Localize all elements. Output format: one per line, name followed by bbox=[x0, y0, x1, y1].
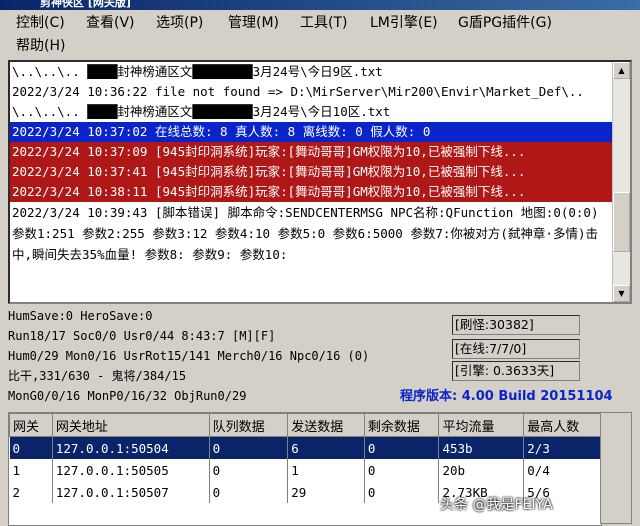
cell-queue: 0 bbox=[209, 459, 289, 481]
log-lines: \..\..\.. ████封神榜通区文████████3月24号\今日9区.t… bbox=[10, 62, 614, 265]
log-line-alert: 2022/3/24 10:37:41 [945封印洞系统]玩家:[舞动哥哥]GM… bbox=[10, 162, 614, 182]
window-title: 剪神侠区 [网关版] bbox=[40, 0, 131, 9]
col-avg-traffic[interactable]: 平均流量 bbox=[438, 413, 525, 437]
menu-help[interactable]: 帮助(H) bbox=[12, 35, 69, 57]
col-remaining-data[interactable]: 剩余数据 bbox=[363, 413, 440, 437]
table-scrollbar[interactable] bbox=[600, 412, 632, 524]
log-line: 2022/3/24 10:36:22 file not found => D:\… bbox=[12, 84, 584, 99]
menu-lm-engine[interactable]: LM引擎(E) bbox=[366, 12, 442, 34]
refresh-monster-count: [刷怪:30382] bbox=[452, 315, 580, 335]
stats-hum: Hum0/29 Mon0/16 UsrRot15/141 Merch0/16 N… bbox=[8, 349, 370, 363]
cell-address: 127.0.0.1:50507 bbox=[52, 481, 210, 503]
stats-mon: MonG0/0/16 MonP0/16/32 ObjRun0/29 bbox=[8, 389, 247, 403]
stats-map: 比干,331/630 - 鬼将/384/15 bbox=[8, 369, 187, 383]
cell-address: 127.0.0.1:50504 bbox=[52, 436, 210, 459]
log-line-selected[interactable]: 2022/3/24 10:37:02 在线总数: 8 真人数: 8 离线数: 0… bbox=[10, 122, 614, 142]
col-queue-data[interactable]: 队列数据 bbox=[208, 413, 289, 437]
scroll-down-icon[interactable]: ▼ bbox=[613, 285, 630, 302]
online-count: [在线:7/7/0] bbox=[452, 339, 580, 359]
menu-manage[interactable]: 管理(M) bbox=[224, 12, 283, 34]
log-line: \..\..\.. ████封神榜通区文████████3月24号\今日9区.t… bbox=[12, 64, 383, 79]
cell-remaining: 0 bbox=[364, 481, 440, 503]
scroll-up-icon[interactable]: ▲ bbox=[613, 62, 630, 79]
log-scrollbar[interactable]: ▲ ▼ bbox=[612, 62, 630, 302]
col-gateway[interactable]: 网关 bbox=[9, 413, 53, 437]
menu-options[interactable]: 选项(P) bbox=[152, 12, 207, 34]
log-line: \..\..\.. ████封神榜通区文████████3月24号\今日10区.… bbox=[12, 104, 391, 119]
cell-remaining: 0 bbox=[364, 459, 440, 481]
cell-gateway: 2 bbox=[9, 481, 53, 503]
cell-max-users: 2/3 bbox=[523, 436, 601, 459]
menu-control[interactable]: 控制(C) bbox=[12, 12, 69, 34]
cell-send: 29 bbox=[287, 481, 365, 503]
cell-send: 6 bbox=[287, 436, 365, 459]
watermark: 头条 @我是FEIYA bbox=[440, 497, 553, 513]
cell-avg-traffic: 20b bbox=[438, 459, 525, 481]
cell-address: 127.0.0.1:50505 bbox=[52, 459, 210, 481]
table-header: 网关 网关地址 队列数据 发送数据 剩余数据 平均流量 最高人数 bbox=[9, 413, 601, 437]
stats-save: HumSave:0 HeroSave:0 bbox=[8, 309, 153, 323]
menu-gshield-plugin[interactable]: G盾PG插件(G) bbox=[454, 12, 556, 34]
menu-view[interactable]: 查看(V) bbox=[82, 12, 139, 34]
scroll-thumb[interactable] bbox=[613, 192, 630, 252]
server-stats: HumSave:0 HeroSave:0 Run18/17 Soc0/0 Usr… bbox=[8, 306, 448, 406]
log-line-script-error: 2022/3/24 10:39:43 [脚本错误] 脚本命令:SENDCENTE… bbox=[12, 205, 599, 262]
engine-uptime: [引擎: 0.3633天] bbox=[452, 361, 580, 381]
cell-queue: 0 bbox=[209, 436, 289, 459]
log-panel[interactable]: \..\..\.. ████封神榜通区文████████3月24号\今日9区.t… bbox=[8, 60, 632, 304]
cell-gateway: 1 bbox=[9, 459, 53, 481]
log-line-alert: 2022/3/24 10:37:09 [945封印洞系统]玩家:[舞动哥哥]GM… bbox=[10, 142, 614, 162]
table-row[interactable]: 0 127.0.0.1:50504 0 6 0 453b 2/3 bbox=[9, 436, 601, 459]
cell-queue: 0 bbox=[209, 481, 289, 503]
program-version: 程序版本: 4.00 Build 20151104 bbox=[400, 389, 613, 404]
col-send-data[interactable]: 发送数据 bbox=[287, 413, 365, 437]
stats-run: Run18/17 Soc0/0 Usr0/44 8:43:7 [M][F] bbox=[8, 329, 276, 343]
menu-tools[interactable]: 工具(T) bbox=[296, 12, 351, 34]
menu-bar: 控制(C) 查看(V) 选项(P) 管理(M) 工具(T) LM引擎(E) G盾… bbox=[0, 10, 640, 58]
col-max-users[interactable]: 最高人数 bbox=[523, 413, 601, 437]
title-bar: 剪神侠区 [网关版] bbox=[0, 0, 640, 10]
log-line-alert: 2022/3/24 10:38:11 [945封印洞系统]玩家:[舞动哥哥]GM… bbox=[10, 182, 614, 202]
cell-remaining: 0 bbox=[364, 436, 440, 459]
cell-max-users: 0/4 bbox=[523, 459, 601, 481]
table-row[interactable]: 1 127.0.0.1:50505 0 1 0 20b 0/4 bbox=[9, 459, 601, 481]
cell-send: 1 bbox=[287, 459, 365, 481]
cell-avg-traffic: 453b bbox=[438, 436, 525, 459]
col-gateway-address[interactable]: 网关地址 bbox=[51, 413, 210, 437]
cell-gateway: 0 bbox=[9, 436, 53, 459]
